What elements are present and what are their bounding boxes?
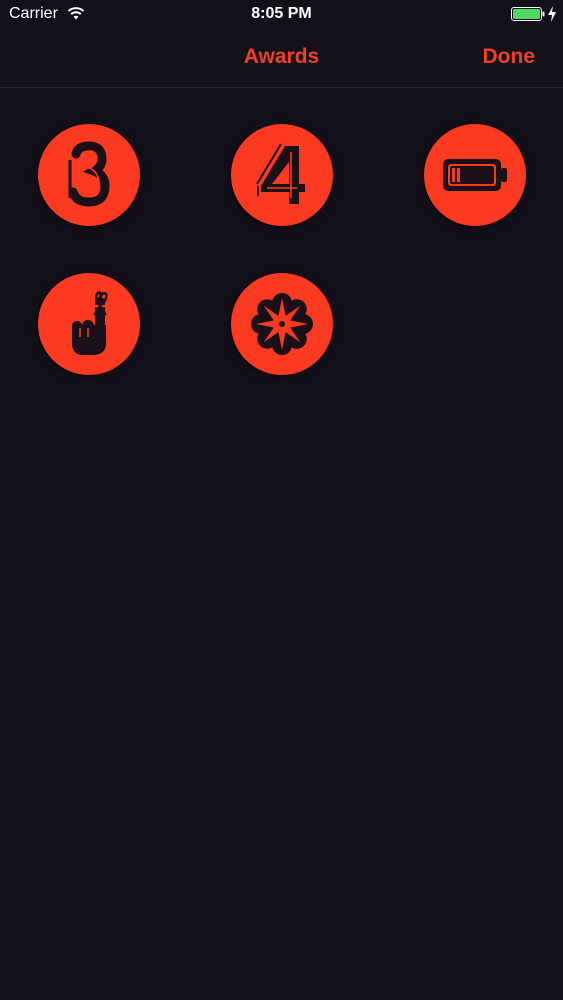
number-four-icon [256,143,305,204]
low-battery-icon [443,159,507,191]
charging-bolt-icon [548,6,556,22]
finger-string-reminder-icon [72,291,108,355]
clock-time: 8:05 PM [251,5,312,22]
award-badge-three[interactable] [38,124,140,226]
award-badge-reminder[interactable] [38,273,140,375]
page-title: Awards [243,45,320,68]
award-badge-four[interactable] [231,124,333,226]
done-button[interactable]: Done [483,45,536,69]
number-three-icon [68,141,110,207]
status-bar: Carrier 8:05 PM [0,0,563,30]
award-badge-battery[interactable] [424,124,526,226]
award-badge-flower[interactable] [231,273,333,375]
flower-mandala-icon [251,293,313,355]
navigation-bar: Awards Done [0,30,563,88]
battery-icon [511,7,545,21]
